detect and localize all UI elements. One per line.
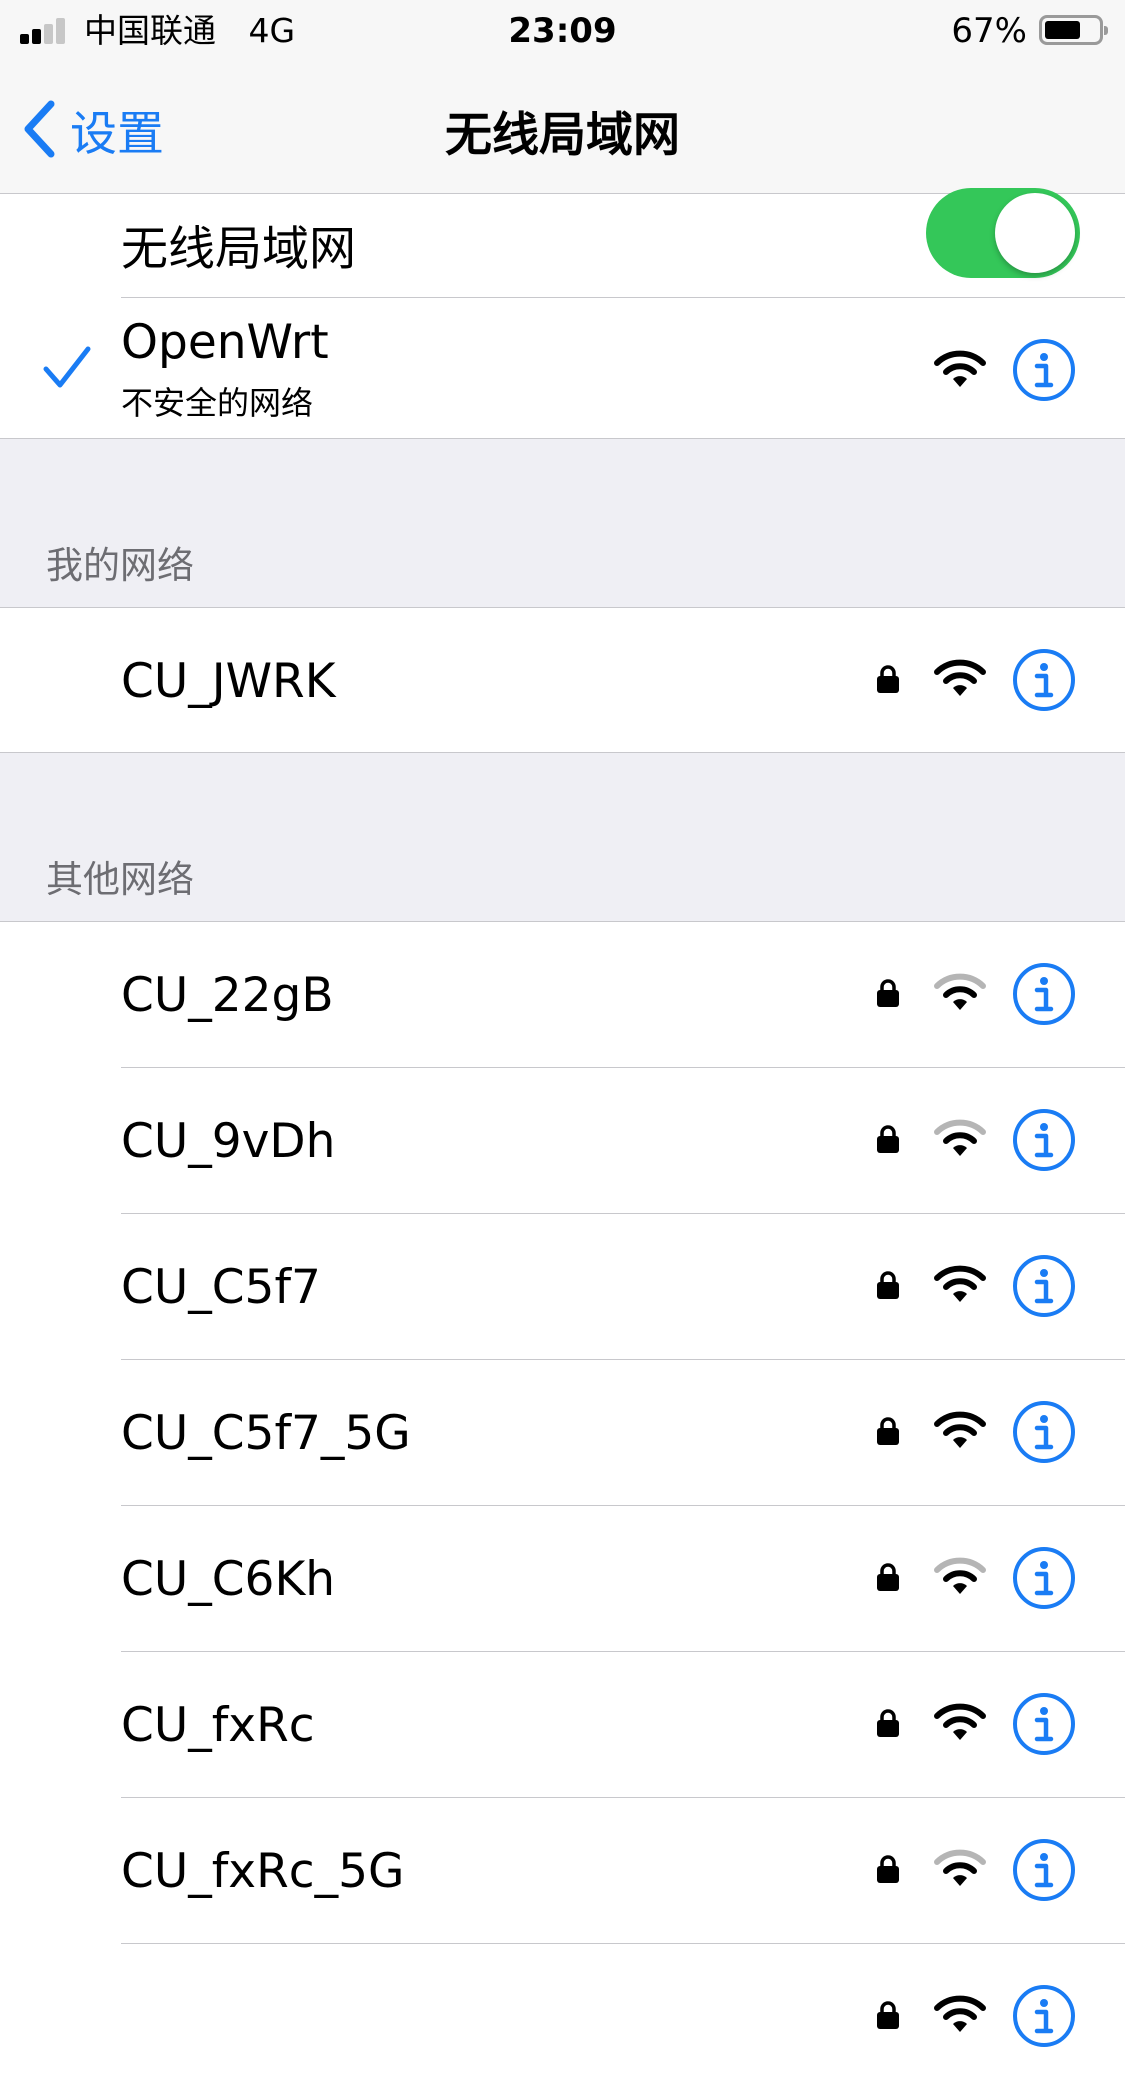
info-icon[interactable] [1012, 1838, 1076, 1902]
lock-icon [877, 1271, 899, 1299]
wifi-toggle-label: 无线局域网 [121, 222, 356, 277]
wifi-signal-icon [934, 1557, 986, 1594]
section-header-other-networks: 其他网络 [46, 858, 194, 901]
page-title: 无线局域网 [445, 108, 680, 163]
network-row[interactable]: CU_C5f7 [0, 1214, 1125, 1360]
network-row[interactable]: CU_22gB [0, 922, 1125, 1068]
network-row[interactable]: CU_JWRK [0, 608, 1125, 752]
lock-icon [877, 2001, 899, 2029]
network-name: CU_C6Kh [121, 1552, 336, 1607]
checkmark-icon [43, 346, 91, 388]
network-row[interactable]: CU_9vDh [0, 1068, 1125, 1214]
info-icon[interactable] [1012, 962, 1076, 1026]
wifi-toggle-switch[interactable] [926, 188, 1080, 278]
info-icon[interactable] [1012, 1546, 1076, 1610]
lock-icon [877, 1417, 899, 1445]
network-name: CU_C5f7_5G [121, 1406, 411, 1461]
wifi-signal-icon [934, 659, 986, 696]
wifi-signal-icon [934, 1265, 986, 1302]
network-name: CU_22gB [121, 968, 334, 1023]
connected-network-row[interactable]: OpenWrt 不安全的网络 [0, 298, 1125, 438]
info-icon[interactable] [1012, 1984, 1076, 2048]
lock-icon [877, 665, 899, 693]
connected-network-subtitle: 不安全的网络 [121, 384, 314, 422]
network-row[interactable]: CU_C6Kh [0, 1506, 1125, 1652]
wifi-signal-icon [934, 973, 986, 1010]
network-name: CU_C5f7 [121, 1260, 321, 1315]
info-icon[interactable] [1012, 338, 1076, 402]
network-row[interactable]: CU_fxRc [0, 1652, 1125, 1798]
toggle-knob [995, 193, 1075, 273]
wifi-signal-icon [934, 1703, 986, 1740]
info-icon[interactable] [1012, 1692, 1076, 1756]
lock-icon [877, 1563, 899, 1591]
network-row[interactable] [0, 1944, 1125, 2090]
status-bar: 中国联通 4G 23:09 67% [0, 0, 1125, 64]
battery-icon [1039, 15, 1108, 45]
wifi-signal-icon [934, 1119, 986, 1156]
info-icon[interactable] [1012, 648, 1076, 712]
navigation-bar: 设置 无线局域网 [0, 64, 1125, 194]
network-row[interactable]: CU_C5f7_5G [0, 1360, 1125, 1506]
section-header-my-networks: 我的网络 [46, 544, 194, 587]
info-icon[interactable] [1012, 1400, 1076, 1464]
lock-icon [877, 1125, 899, 1153]
network-name: CU_JWRK [121, 654, 336, 709]
network-name: CU_9vDh [121, 1114, 336, 1169]
network-name: CU_fxRc_5G [121, 1844, 405, 1899]
battery-percentage: 67% [951, 11, 1027, 51]
lock-icon [877, 1855, 899, 1883]
lock-icon [877, 979, 899, 1007]
info-icon[interactable] [1012, 1108, 1076, 1172]
other-networks-section: 其他网络 [0, 753, 1125, 921]
network-row[interactable]: CU_fxRc_5G [0, 1798, 1125, 1944]
wifi-toggle-row: 无线局域网 [0, 188, 1125, 297]
battery-fill [1045, 21, 1080, 39]
network-name: CU_fxRc [121, 1698, 315, 1753]
info-icon[interactable] [1012, 1254, 1076, 1318]
wifi-signal-icon [934, 1411, 986, 1448]
connected-network-name: OpenWrt [121, 315, 329, 370]
wifi-signal-icon [934, 350, 986, 387]
lock-icon [877, 1709, 899, 1737]
my-networks-section: 我的网络 [0, 439, 1125, 607]
wifi-signal-icon [934, 1849, 986, 1886]
